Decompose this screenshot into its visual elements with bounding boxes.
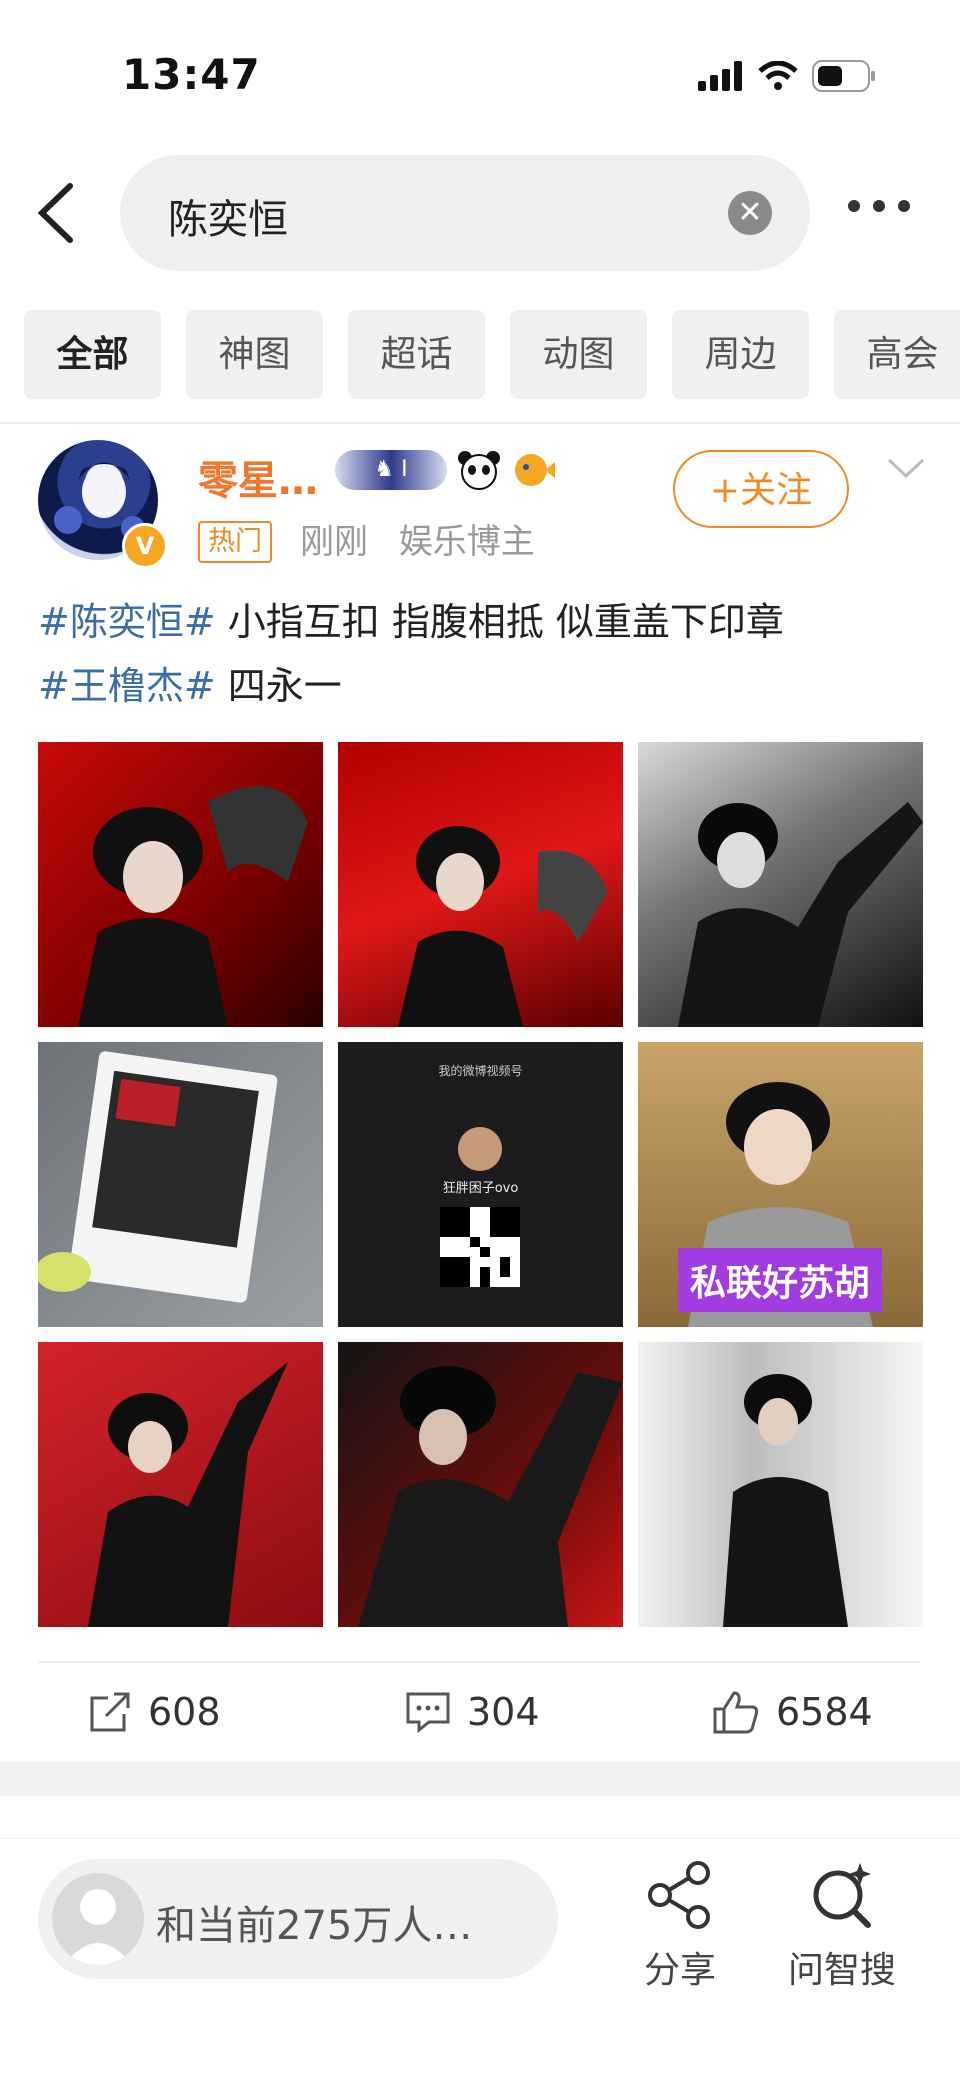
user-placeholder-icon — [64, 1889, 132, 1965]
post-image[interactable] — [638, 1342, 923, 1627]
more-dot — [873, 200, 885, 212]
post-body: 四永一 — [215, 664, 342, 708]
post-meta: 刚刚 娱乐博主 — [300, 514, 555, 563]
search-input[interactable]: 陈奕恒 ✕ — [120, 155, 810, 271]
more-dot — [898, 200, 910, 212]
comment-button[interactable]: 304 — [405, 1682, 540, 1742]
repost-icon — [90, 1692, 130, 1732]
reading-now-text: 和当前275万人… — [156, 1903, 473, 1949]
status-icons — [698, 60, 876, 92]
photo-figure — [88, 1362, 288, 1627]
comment-count: 304 — [467, 1690, 540, 1734]
repost-count: 608 — [148, 1690, 221, 1734]
section-separator — [0, 1762, 960, 1796]
repost-button[interactable]: 608 — [88, 1682, 221, 1742]
comment-icon — [406, 1692, 450, 1734]
ask-search-label: 问智搜 — [787, 1950, 896, 1991]
user-role: 娱乐博主 — [398, 522, 535, 562]
post-menu-button[interactable] — [886, 456, 926, 484]
like-count: 6584 — [776, 1690, 873, 1734]
post-time: 刚刚 — [300, 522, 368, 562]
tab-hot-pics[interactable]: 神图 — [186, 310, 323, 399]
qr-avatar — [458, 1127, 502, 1171]
member-badge-icon: ♞ Ⅰ — [335, 450, 447, 490]
topic-link[interactable]: #陈奕恒# — [38, 600, 216, 644]
tabs-divider — [0, 422, 960, 424]
post-line-2: #王橹杰# 四永一 — [38, 654, 918, 718]
qr-name: 狂胖困子ovo — [442, 1181, 519, 1196]
more-options-button[interactable] — [848, 200, 910, 212]
tab-gif[interactable]: 动图 — [510, 310, 647, 399]
search-query: 陈奕恒 — [168, 197, 288, 243]
topic-link[interactable]: #王橹杰# — [38, 664, 216, 708]
image-overlay-text: 私联好苏胡 — [678, 1248, 883, 1312]
share-button[interactable]: 分享 — [615, 1859, 745, 1993]
post-text: #陈奕恒# 小指互扣 指腹相抵 似重盖下印章 #王橹杰# 四永一 — [38, 590, 918, 718]
post-image[interactable] — [38, 742, 323, 1027]
more-dot — [848, 200, 860, 212]
user-badges: ♞ Ⅰ — [335, 450, 555, 490]
verified-badge-icon: V — [122, 523, 168, 569]
status-time: 13:47 — [122, 50, 261, 99]
panda-icon — [458, 451, 500, 490]
signal-icon — [698, 61, 742, 91]
user-name[interactable]: 零星… — [198, 448, 318, 506]
qr-title: 我的微博视频号 — [438, 1064, 523, 1078]
clear-search-button[interactable]: ✕ — [728, 191, 772, 235]
post-image[interactable] — [38, 1342, 323, 1627]
chevron-down-icon — [887, 458, 925, 479]
filter-tabs: 全部 神图 超话 动图 周边 高会 — [24, 310, 960, 400]
close-icon: ✕ — [737, 195, 763, 230]
post-line-1: #陈奕恒# 小指互扣 指腹相抵 似重盖下印章 — [38, 590, 918, 654]
tab-super-topic[interactable]: 超话 — [348, 310, 485, 399]
photo-figure — [358, 1366, 623, 1627]
share-label: 分享 — [643, 1950, 716, 1991]
chevron-left-icon — [37, 183, 73, 243]
wifi-icon — [758, 61, 798, 90]
bottom-bar: 和当前275万人… 分享 问智搜 — [0, 1838, 960, 2080]
reader-avatar — [52, 1873, 144, 1965]
post-image[interactable]: 我的微博视频号 狂胖困子ovo — [338, 1042, 623, 1327]
back-button[interactable] — [30, 178, 80, 248]
post-body: 小指互扣 指腹相抵 似重盖下印章 — [215, 600, 784, 644]
post-image[interactable] — [638, 742, 923, 1027]
ask-search-button[interactable]: 问智搜 — [777, 1859, 907, 1993]
battery-icon — [812, 60, 875, 92]
post-image[interactable] — [338, 742, 623, 1027]
hot-tag: 热门 — [198, 521, 272, 563]
ai-search-icon — [813, 1863, 871, 1928]
tab-more[interactable]: 高会 — [834, 310, 960, 399]
photo-figure — [78, 786, 308, 1027]
post-image[interactable]: 私联好苏胡 — [638, 1042, 923, 1327]
image-grid: 我的微博视频号 狂胖困子ovo 私联好苏胡 — [38, 742, 924, 1627]
photo-figure — [678, 802, 923, 1027]
share-icon — [648, 1861, 710, 1929]
photo-figure — [38, 1051, 278, 1303]
status-bar: 13:47 — [0, 0, 960, 140]
post-image[interactable] — [38, 1042, 323, 1327]
fish-icon — [515, 454, 555, 486]
qr-code-icon — [440, 1207, 520, 1287]
actions-divider — [38, 1661, 920, 1663]
reading-now-pill[interactable]: 和当前275万人… — [38, 1859, 558, 1979]
thumbs-up-icon — [713, 1691, 759, 1734]
tab-all[interactable]: 全部 — [24, 310, 161, 399]
photo-figure — [723, 1374, 848, 1627]
like-button[interactable]: 6584 — [712, 1682, 873, 1742]
photo-figure — [398, 826, 608, 1027]
tab-merch[interactable]: 周边 — [672, 310, 809, 399]
post-image[interactable] — [338, 1342, 623, 1627]
follow-button[interactable]: +关注 — [673, 450, 849, 528]
